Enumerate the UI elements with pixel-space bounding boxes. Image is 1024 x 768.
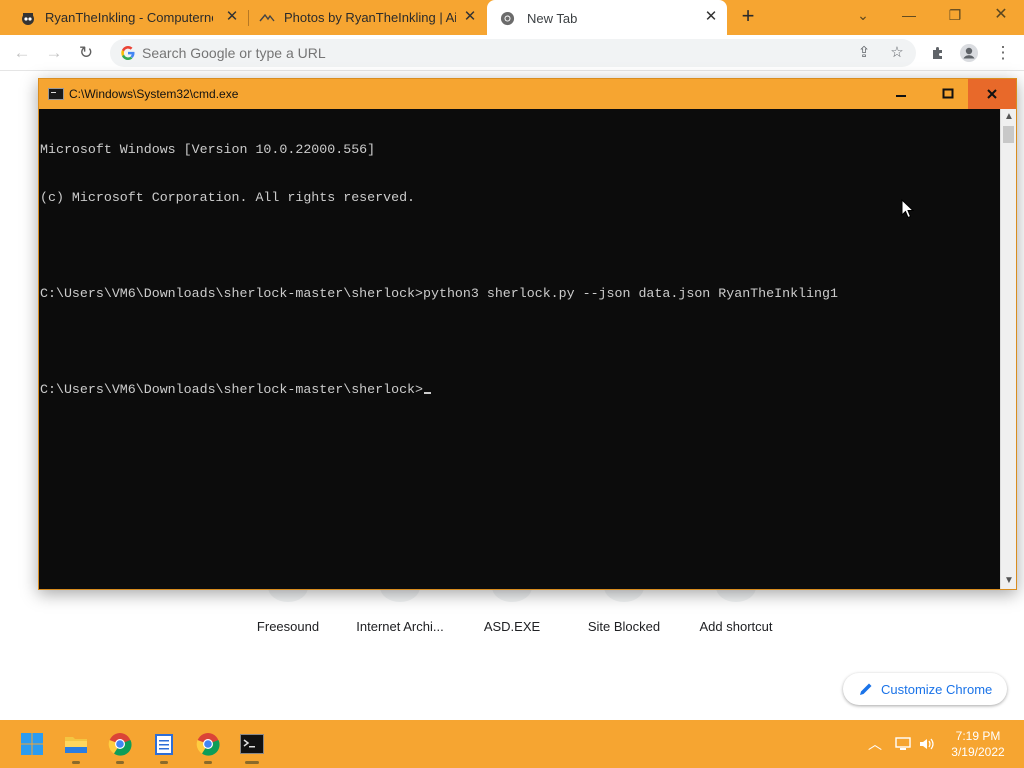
cmd-window: C:\Windows\System32\cmd.exe Microsoft Wi… [38,78,1017,590]
chrome-favicon-icon [499,10,515,26]
extensions-puzzle-icon[interactable] [925,40,951,66]
tray-chevron-up-icon[interactable]: ︿ [864,734,886,754]
tab-title: New Tab [527,10,578,26]
cmd-close-button[interactable] [968,79,1016,109]
running-indicator [160,761,168,764]
desktop-screen: RyanTheInkling - Computernewb ✕ Photos b… [0,0,1024,768]
mouse-pointer-icon [901,199,915,219]
customize-chrome-label: Customize Chrome [881,681,993,697]
new-tab-button[interactable]: + [736,5,760,29]
cmd-title-bar[interactable]: C:\Windows\System32\cmd.exe [39,79,1016,109]
running-indicator [116,761,124,764]
chrome-icon[interactable] [104,728,136,764]
shortcut-label: Site Blocked [587,619,661,634]
share-icon[interactable]: ⇪ [852,41,876,65]
tab-ryantheinkling-computernewb[interactable]: RyanTheInkling - Computernewb ✕ [0,0,248,35]
running-indicator [245,761,259,764]
address-bar[interactable]: ⇪ ☆ [110,39,916,67]
network-icon[interactable] [892,734,914,754]
chrome-icon[interactable] [192,728,224,764]
back-arrow-icon[interactable]: ← [9,40,35,66]
scroll-down-icon[interactable]: ▼ [1001,573,1017,589]
console-prompt-line: C:\Users\VM6\Downloads\sherlock-master\s… [40,382,998,398]
reload-icon[interactable]: ↻ [73,40,99,66]
shortcut-label: Internet Archi... [356,619,444,634]
profile-avatar-icon[interactable] [956,40,982,66]
scroll-up-icon[interactable]: ▲ [1001,109,1017,125]
tab-close-icon[interactable]: ✕ [224,9,240,25]
file-explorer-icon[interactable] [60,728,92,764]
close-icon[interactable]: ✕ [978,0,1024,30]
clock-time: 7:19 PM [955,729,1001,743]
browser-toolbar: ← → ↻ ⇪ ☆ ⋮ [0,35,1024,71]
console-line: C:\Users\VM6\Downloads\sherlock-master\s… [40,286,838,301]
tab-photos-airliners[interactable]: Photos by RyanTheInkling | Airli ✕ [249,0,486,35]
tab-new-tab[interactable]: New Tab ✕ [487,0,727,36]
more-menu-icon[interactable]: ⋮ [990,40,1016,66]
cmd-icon[interactable] [236,728,268,764]
cmd-window-title: C:\Windows\System32\cmd.exe [69,87,239,101]
browser-tab-strip: RyanTheInkling - Computernewb ✕ Photos b… [0,0,1024,36]
notepad-icon[interactable] [148,728,180,764]
shortcut-label: Freesound [256,619,320,634]
pencil-icon [860,683,872,695]
tab-close-icon[interactable]: ✕ [462,9,478,25]
console-line: (c) Microsoft Corporation. All rights re… [40,190,416,205]
forward-arrow-icon[interactable]: → [41,40,67,66]
cmd-app-icon [48,88,64,100]
search-input[interactable] [142,43,822,63]
tab-title: Photos by RyanTheInkling | Airli [284,10,456,25]
tab-search-icon[interactable]: ⌄ [840,0,886,30]
restore-icon[interactable]: ❐ [932,0,978,30]
volume-icon[interactable] [916,734,938,754]
tab-title: RyanTheInkling - Computernewb [45,10,213,25]
text-cursor [424,392,432,394]
customize-chrome-button[interactable]: Customize Chrome [843,673,1007,705]
shortcut-label: Add shortcut [699,619,773,634]
windows-start-icon[interactable] [16,728,48,760]
airliners-favicon-icon [259,10,275,26]
cmd-scrollbar[interactable]: ▲ ▼ [1000,109,1016,589]
spy-favicon-icon [20,10,36,26]
google-g-icon [121,46,135,60]
running-indicator [72,761,80,764]
cmd-minimize-button[interactable] [878,79,924,109]
cmd-maximize-button[interactable] [925,79,971,109]
cmd-console-output[interactable]: Microsoft Windows [Version 10.0.22000.55… [39,109,999,589]
shortcut-label: ASD.EXE [483,619,541,634]
clock-date: 3/19/2022 [951,745,1005,759]
scroll-thumb[interactable] [1003,126,1014,143]
system-clock[interactable]: 7:19 PM 3/19/2022 [944,728,1012,760]
windows-taskbar: ︿ 7:19 PM 3/19/2022 [0,720,1024,768]
console-line: Microsoft Windows [Version 10.0.22000.55… [40,142,376,157]
bookmark-star-icon[interactable]: ☆ [885,41,909,65]
minimize-icon[interactable]: — [886,0,932,30]
running-indicator [204,761,212,764]
console-prompt: C:\Users\VM6\Downloads\sherlock-master\s… [40,382,424,397]
tab-close-icon[interactable]: ✕ [703,9,719,25]
